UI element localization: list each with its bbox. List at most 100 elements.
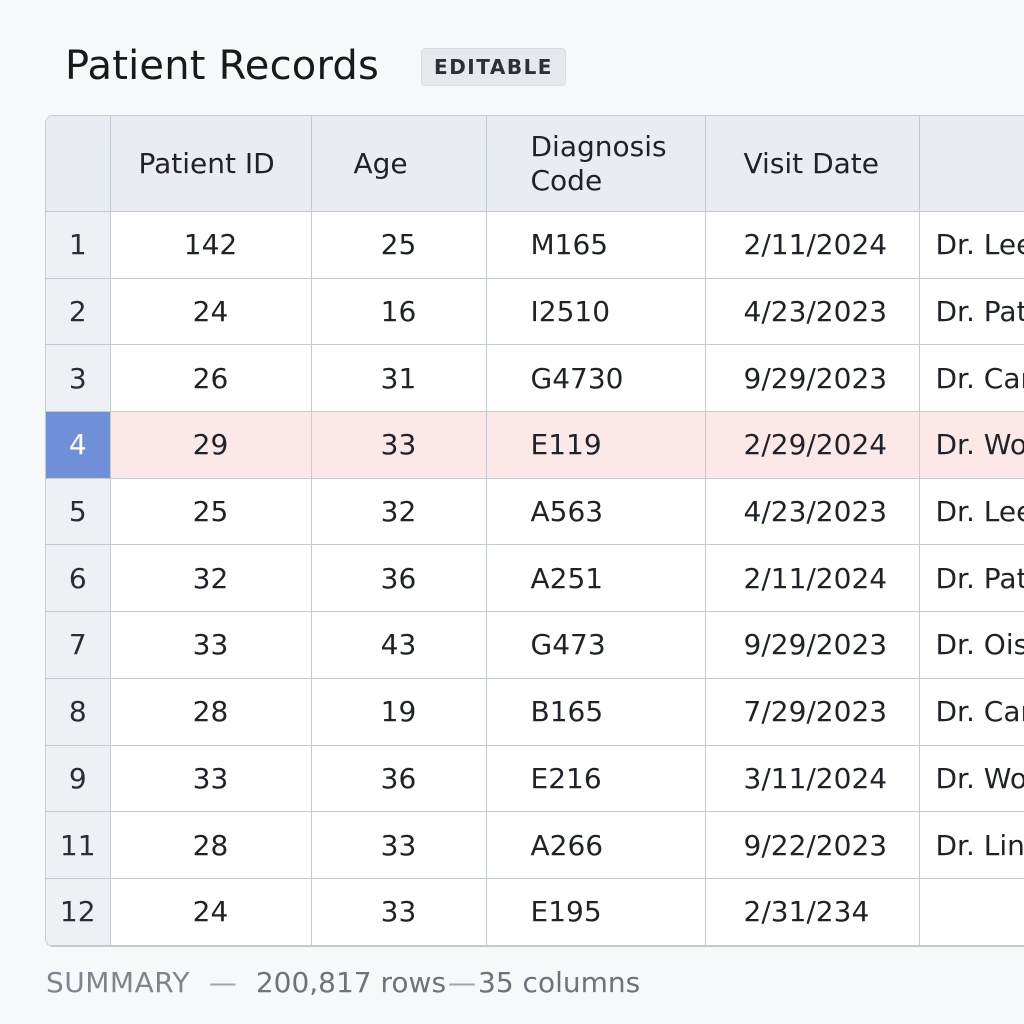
table-row[interactable]: 6 32 36 A251 2/11/2024 Dr. Pat	[46, 544, 1024, 613]
diagnosis-code-cell[interactable]: E216	[485, 744, 706, 813]
table-row[interactable]: 9 33 36 E216 3/11/2024 Dr. Wo	[46, 744, 1024, 813]
row-number-cell[interactable]: 8	[46, 677, 111, 746]
visit-date-cell[interactable]: 2/11/2024	[704, 544, 920, 613]
column-header-doctor[interactable]	[918, 116, 1024, 212]
column-header-diagnosis-code[interactable]: Diagnosis Code	[485, 116, 706, 212]
header: Patient Records EDITABLE	[65, 36, 566, 96]
patient-id-cell[interactable]: 26	[109, 344, 312, 413]
age-cell[interactable]: 16	[310, 277, 487, 346]
row-number-cell[interactable]: 3	[46, 344, 111, 413]
age-cell[interactable]: 33	[310, 877, 487, 946]
table-row[interactable]: 4 29 33 E119 2/29/2024 Dr. Wo	[46, 411, 1024, 479]
column-header-visit-date[interactable]: Visit Date	[704, 116, 920, 212]
table-row[interactable]: 3 26 31 G4730 9/29/2023 Dr. Car	[46, 344, 1024, 413]
doctor-cell[interactable]: Dr. Pat	[918, 544, 1024, 613]
page: Patient Records EDITABLE Patient ID Age …	[0, 0, 1024, 1024]
column-header-age[interactable]: Age	[310, 116, 487, 212]
age-cell[interactable]: 33	[310, 811, 487, 879]
age-cell[interactable]: 19	[310, 677, 487, 746]
patient-id-cell[interactable]: 29	[109, 411, 312, 479]
visit-date-cell[interactable]: 2/11/2024	[704, 211, 920, 279]
header-row: Patient ID Age Diagnosis Code Visit Date	[46, 116, 1024, 212]
age-cell[interactable]: 36	[310, 544, 487, 613]
summary-separator: —	[208, 966, 237, 999]
age-cell[interactable]: 32	[310, 477, 487, 546]
diagnosis-code-cell[interactable]: A266	[485, 811, 706, 879]
doctor-cell[interactable]: Dr. Car	[918, 344, 1024, 413]
age-cell[interactable]: 33	[310, 411, 487, 479]
age-cell[interactable]: 43	[310, 611, 487, 679]
visit-date-cell[interactable]: 9/22/2023	[704, 811, 920, 879]
table-row[interactable]: 11 28 33 A266 9/22/2023 Dr. Lin	[46, 811, 1024, 879]
doctor-cell[interactable]: Dr. Pat	[918, 277, 1024, 346]
table-row[interactable]: 7 33 43 G473 9/29/2023 Dr. Ois	[46, 611, 1024, 679]
row-number-cell[interactable]: 11	[46, 811, 111, 879]
visit-date-cell[interactable]: 7/29/2023	[704, 677, 920, 746]
visit-date-cell[interactable]: 2/31/234	[704, 877, 920, 946]
editable-badge: EDITABLE	[421, 48, 566, 86]
doctor-cell[interactable]: Dr. Wo	[918, 411, 1024, 479]
doctor-cell[interactable]: Dr. Lee	[918, 477, 1024, 546]
corner-cell[interactable]	[46, 116, 111, 212]
page-title: Patient Records	[65, 43, 380, 89]
patient-id-cell[interactable]: 32	[109, 544, 312, 613]
doctor-cell[interactable]: Dr. Lin	[918, 811, 1024, 879]
patient-id-cell[interactable]: 25	[109, 477, 312, 546]
patient-id-cell[interactable]: 28	[109, 677, 312, 746]
data-grid: Patient ID Age Diagnosis Code Visit Date…	[45, 115, 1024, 947]
records-table: Patient ID Age Diagnosis Code Visit Date…	[46, 116, 1024, 946]
summary-label: SUMMARY	[46, 966, 191, 999]
row-number-cell[interactable]: 5	[46, 477, 111, 546]
visit-date-cell[interactable]: 4/23/2023	[704, 477, 920, 546]
column-count: 35 columns	[478, 966, 641, 999]
visit-date-cell[interactable]: 4/23/2023	[704, 277, 920, 346]
row-number-cell[interactable]: 9	[46, 744, 111, 813]
age-cell[interactable]: 36	[310, 744, 487, 813]
diagnosis-code-cell[interactable]: E195	[485, 877, 706, 946]
column-header-label: Patient ID	[138, 146, 275, 180]
column-header-patient-id[interactable]: Patient ID	[109, 116, 312, 212]
patient-id-cell[interactable]: 24	[109, 877, 312, 946]
doctor-cell[interactable]: Dr. Ois	[918, 611, 1024, 679]
row-number-cell[interactable]: 12	[46, 877, 111, 946]
visit-date-cell[interactable]: 2/29/2024	[704, 411, 920, 479]
diagnosis-code-cell[interactable]: G4730	[485, 344, 706, 413]
diagnosis-code-cell[interactable]: B165	[485, 677, 706, 746]
patient-id-cell[interactable]: 142	[109, 211, 312, 279]
diagnosis-code-cell[interactable]: E119	[485, 411, 706, 479]
table-row[interactable]: 8 28 19 B165 7/29/2023 Dr. Car	[46, 677, 1024, 746]
column-header-label: Visit Date	[743, 146, 880, 180]
row-number-cell[interactable]: 7	[46, 611, 111, 679]
table-body: 1 142 25 M165 2/11/2024 Dr. Lee 2 24 16 I2510 4/23…	[46, 211, 1024, 946]
table-row[interactable]: 5 25 32 A563 4/23/2023 Dr. Lee	[46, 477, 1024, 546]
doctor-cell[interactable]	[918, 877, 1024, 946]
row-number-cell[interactable]: 2	[46, 277, 111, 346]
doctor-cell[interactable]: Dr. Car	[918, 677, 1024, 746]
doctor-cell[interactable]: Dr. Lee	[918, 211, 1024, 279]
row-count: 200,817 rows	[255, 966, 447, 999]
table-row[interactable]: 12 24 33 E195 2/31/234	[46, 877, 1024, 946]
row-number-cell[interactable]: 4	[46, 411, 111, 479]
diagnosis-code-cell[interactable]: I2510	[485, 277, 706, 346]
doctor-cell[interactable]: Dr. Wo	[918, 744, 1024, 813]
age-cell[interactable]: 31	[310, 344, 487, 413]
column-header-label: Diagnosis Code	[530, 129, 667, 197]
summary-separator: —	[448, 966, 477, 999]
diagnosis-code-cell[interactable]: A251	[485, 544, 706, 613]
age-cell[interactable]: 25	[310, 211, 487, 279]
patient-id-cell[interactable]: 28	[109, 811, 312, 879]
diagnosis-code-cell[interactable]: G473	[485, 611, 706, 679]
visit-date-cell[interactable]: 9/29/2023	[704, 344, 920, 413]
table-row[interactable]: 2 24 16 I2510 4/23/2023 Dr. Pat	[46, 277, 1024, 346]
patient-id-cell[interactable]: 24	[109, 277, 312, 346]
diagnosis-code-cell[interactable]: M165	[485, 211, 706, 279]
row-number-cell[interactable]: 1	[46, 211, 111, 279]
visit-date-cell[interactable]: 9/29/2023	[704, 611, 920, 679]
table-row[interactable]: 1 142 25 M165 2/11/2024 Dr. Lee	[46, 211, 1024, 279]
row-number-cell[interactable]: 6	[46, 544, 111, 613]
column-header-label: Age	[353, 146, 408, 180]
patient-id-cell[interactable]: 33	[109, 744, 312, 813]
patient-id-cell[interactable]: 33	[109, 611, 312, 679]
diagnosis-code-cell[interactable]: A563	[485, 477, 706, 546]
visit-date-cell[interactable]: 3/11/2024	[704, 744, 920, 813]
